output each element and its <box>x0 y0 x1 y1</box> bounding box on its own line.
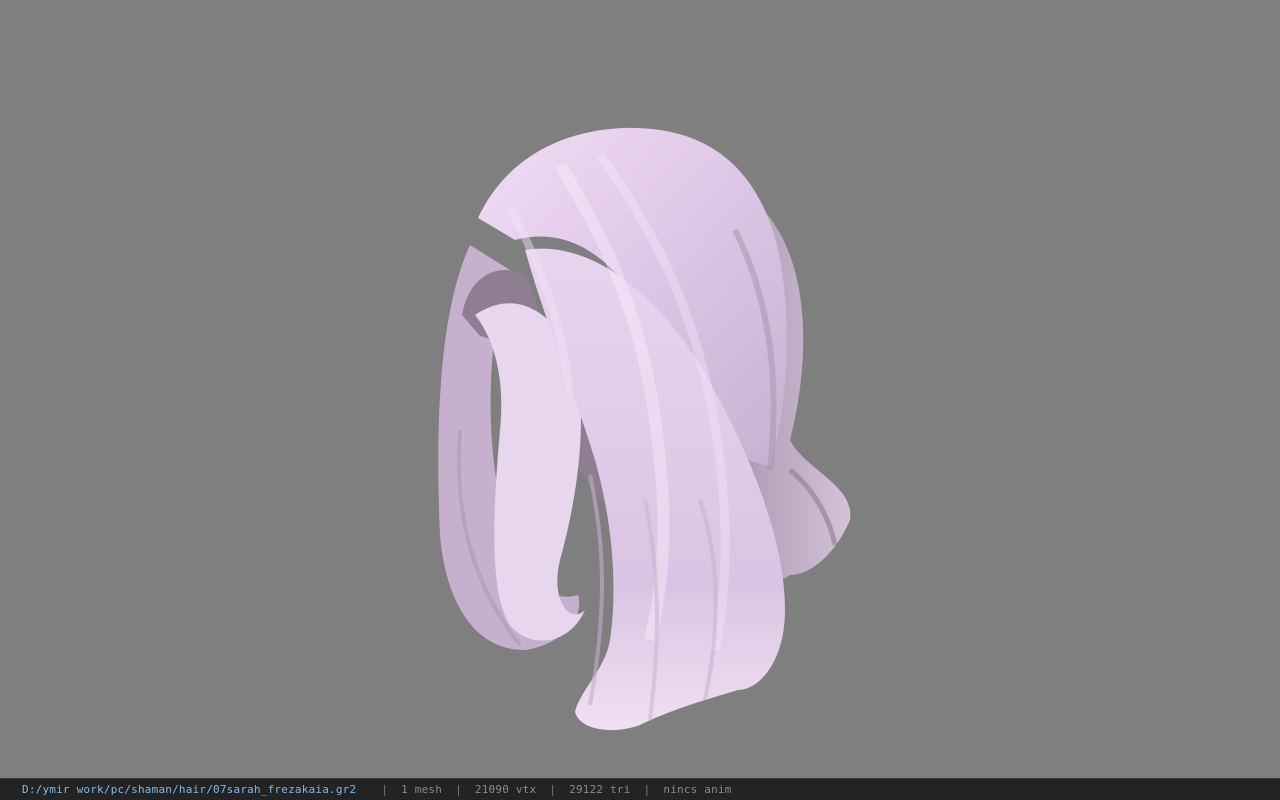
hair-mesh-icon[interactable] <box>0 0 1280 778</box>
3d-viewport[interactable] <box>0 0 1280 778</box>
mesh-count: 1 mesh <box>401 783 443 796</box>
triangle-count: 29122 tri <box>569 783 631 796</box>
status-separator: | <box>381 783 389 796</box>
vertex-count: 21090 vtx <box>474 783 537 796</box>
animation-status: nincs anim <box>663 783 732 796</box>
status-separator: | <box>549 783 557 796</box>
status-bar: D:/ymir work/pc/shaman/hair/07sarah_frez… <box>0 778 1280 800</box>
status-separator: | <box>455 783 462 796</box>
file-path-text: D:/ymir work/pc/shaman/hair/07sarah_frez… <box>22 783 357 796</box>
status-separator: | <box>643 783 651 796</box>
